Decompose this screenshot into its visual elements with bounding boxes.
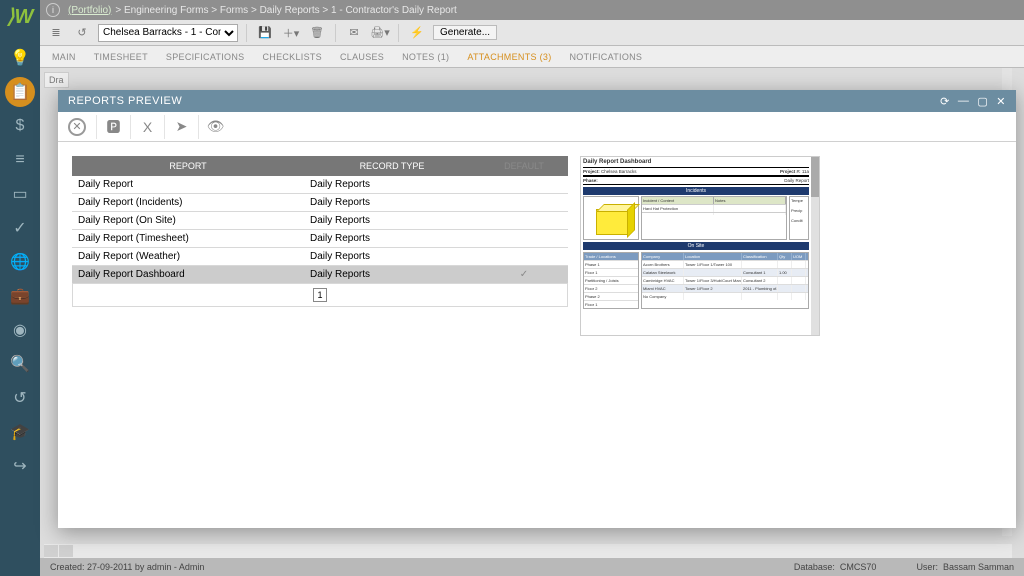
tab-attachments-[interactable]: ATTACHMENTS (3) [467,52,551,62]
cost-icon[interactable]: $ [5,111,35,141]
sidebar: ⟩W 💡 📋 $ ≡ ▭ ✓ 🌐 💼 ◉ 🔍 ↺ 🎓 ↪ [0,0,40,576]
check-icon[interactable]: ✓ [5,213,35,243]
status-created: Created: 27-09-2011 by admin - Admin [50,562,204,572]
minimize-icon[interactable]: — [958,95,970,108]
tab-main[interactable]: MAIN [52,52,76,62]
print-icon[interactable]: 🖨▾ [370,23,390,43]
h-scrollbar[interactable] [44,544,1012,558]
globe-icon[interactable]: 🌐 [5,247,35,277]
tab-notifications[interactable]: NOTIFICATIONS [570,52,643,62]
preview-chart [583,196,639,240]
preview-title: Daily Report Dashboard [583,159,809,165]
col-type-header[interactable]: RECORD TYPE [304,156,480,176]
docs-icon[interactable]: ▭ [5,179,35,209]
page-input[interactable] [313,288,327,302]
pdf-icon[interactable]: 🅿 [96,115,120,139]
col-default-header[interactable]: DEFAULT [480,156,568,176]
reports-table: REPORT RECORD TYPE DEFAULT Daily ReportD… [72,156,568,514]
modal-titlebar: REPORTS PREVIEW ⟳ — ▢ ✕ [58,90,1016,112]
table-row[interactable]: Daily Report (Incidents)Daily Reports [72,194,568,212]
tab-specifications[interactable]: SPECIFICATIONS [166,52,245,62]
modal-toolbar: ✕ 🅿 X ➤ 👁 [58,112,1016,142]
col-report-header[interactable]: REPORT [72,156,304,176]
excel-icon[interactable]: X [130,115,154,139]
maximize-icon[interactable]: ▢ [977,95,988,108]
breadcrumb-root[interactable]: (Portfolio) [68,5,111,16]
send-icon[interactable]: ➤ [164,115,188,139]
info-icon[interactable]: i [46,3,60,17]
report-preview-thumbnail: Daily Report Dashboard Project: Chelsea … [580,156,820,336]
reports-preview-modal: REPORTS PREVIEW ⟳ — ▢ ✕ ✕ 🅿 X ➤ 👁 [58,90,1016,528]
user-icon[interactable]: ◉ [5,315,35,345]
logout-icon[interactable]: ↪ [5,451,35,481]
app-logo: ⟩W [7,4,34,29]
add-icon[interactable]: ＋▾ [281,23,301,43]
status-bar: Created: 27-09-2011 by admin - Admin Dat… [40,558,1024,576]
record-selector[interactable]: Chelsea Barracks - 1 - Contractor's D [98,24,238,42]
table-pager [72,284,568,307]
preview-scrollbar[interactable] [811,157,819,335]
table-row[interactable]: Daily Report (Timesheet)Daily Reports [72,230,568,248]
cancel-icon[interactable]: ✕ [68,118,86,136]
tab-clauses[interactable]: CLAUSES [340,52,384,62]
delete-icon[interactable]: 🗑 [307,23,327,43]
forms-icon[interactable]: 📋 [5,77,35,107]
generate-button[interactable]: Generate... [433,25,497,40]
preview-icon[interactable]: 👁 [198,115,222,139]
search-icon[interactable]: 🔍 [5,349,35,379]
list-icon[interactable]: ≡ [5,145,35,175]
table-row[interactable]: Daily ReportDaily Reports [72,176,568,194]
tab-notes-[interactable]: NOTES (1) [402,52,449,62]
reload-icon[interactable]: ⟳ [940,95,950,108]
save-icon[interactable]: 💾 [255,23,275,43]
ideas-icon[interactable]: 💡 [5,43,35,73]
table-row[interactable]: Daily Report (On Site)Daily Reports [72,212,568,230]
briefcase-icon[interactable]: 💼 [5,281,35,311]
grad-icon[interactable]: 🎓 [5,417,35,447]
bolt-icon: ⚡ [407,23,427,43]
breadcrumb: i (Portfolio) > Engineering Forms > Form… [40,0,1024,20]
modal-title: REPORTS PREVIEW [68,95,182,107]
mail-icon[interactable]: ✉ [344,23,364,43]
menu-icon[interactable]: ≣ [46,23,66,43]
content-area: Dra REPORTS PREVIEW ⟳ — ▢ ✕ ✕ [40,68,1024,558]
tab-checklists[interactable]: CHECKLISTS [262,52,322,62]
table-row[interactable]: Daily Report DashboardDaily Reports✓ [72,266,568,284]
drag-handle: Dra [44,72,69,88]
history-icon[interactable]: ↺ [5,383,35,413]
table-row[interactable]: Daily Report (Weather)Daily Reports [72,248,568,266]
tabs: MAIN TIMESHEET SPECIFICATIONS CHECKLISTS CLA… [40,46,1024,68]
toolbar: ≣ ↺ Chelsea Barracks - 1 - Contractor's … [40,20,1024,46]
tab-timesheet[interactable]: TIMESHEET [94,52,148,62]
refresh-icon[interactable]: ↺ [72,23,92,43]
close-icon[interactable]: ✕ [996,95,1006,108]
